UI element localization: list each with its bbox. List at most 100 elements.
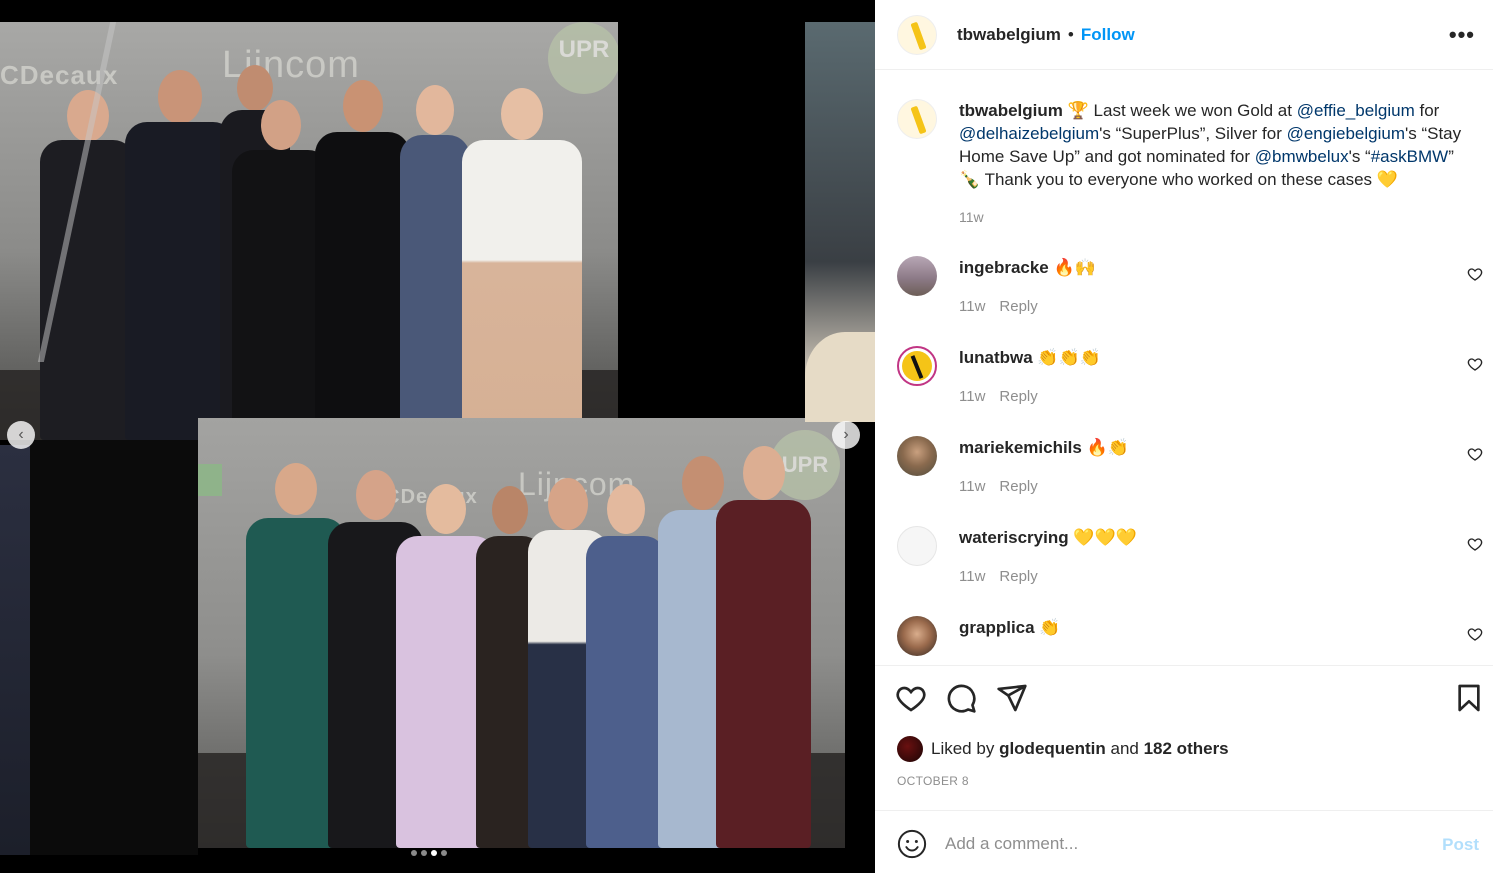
more-options-icon[interactable]: •••	[1449, 22, 1475, 48]
caption-fragment: 's “	[1348, 147, 1371, 166]
post-media: CDecaux Lijncom UPR JCDecaux UPR ‹ ›	[0, 0, 875, 873]
chevron-left-icon[interactable]: ‹	[7, 421, 35, 449]
comment-item: wateriscrying 💛💛💛 11w Reply	[897, 526, 1487, 606]
comment-username[interactable]: grapplica	[959, 618, 1035, 637]
avatar[interactable]	[897, 436, 937, 476]
post-button[interactable]: Post	[1442, 835, 1479, 855]
reply-button[interactable]: Reply	[999, 478, 1037, 495]
comment-username[interactable]: lunatbwa	[959, 348, 1033, 367]
chevron-right-icon[interactable]: ›	[832, 421, 860, 449]
heart-icon[interactable]	[1467, 266, 1483, 282]
emoji-smiley-icon[interactable]	[897, 829, 927, 859]
post-header: tbwabelgium • Follow •••	[875, 0, 1493, 70]
carousel-indicator	[411, 850, 447, 856]
comment-timestamp[interactable]: 11w	[959, 298, 985, 315]
likes-count-link[interactable]: 182 others	[1144, 739, 1229, 759]
comment-text: wateriscrying 💛💛💛	[959, 528, 1137, 548]
heart-icon[interactable]	[1467, 626, 1483, 642]
caption-fragment: Thank you to everyone who worked on thes…	[980, 170, 1377, 189]
share-paper-plane-icon[interactable]	[996, 682, 1028, 714]
comment-meta: 11w Reply	[959, 388, 1052, 405]
heart-icon[interactable]	[1467, 446, 1483, 462]
reply-button[interactable]: Reply	[999, 388, 1037, 405]
media-background	[30, 440, 198, 855]
avatar-image	[902, 351, 932, 381]
mention-link[interactable]: @engiebelgium	[1287, 124, 1405, 143]
post-side-panel: tbwabelgium • Follow ••• tbwabelgium 🏆 L…	[875, 0, 1493, 873]
comment-item: grapplica 👏	[897, 616, 1487, 665]
post-actions: Liked by glodequentin and 182 others OCT…	[875, 665, 1493, 810]
comment-bubble-icon[interactable]	[945, 682, 977, 714]
header-username[interactable]: tbwabelgium	[957, 25, 1061, 45]
heart-icon[interactable]	[1467, 536, 1483, 552]
comment-body: 👏👏👏	[1037, 348, 1101, 367]
heart-icon[interactable]	[1467, 356, 1483, 372]
person	[462, 88, 582, 440]
comment-timestamp[interactable]: 11w	[959, 478, 985, 495]
comment-item: lunatbwa 👏👏👏 11w Reply	[897, 346, 1487, 426]
person	[125, 70, 235, 440]
header-separator: •	[1067, 24, 1074, 44]
comment-body: 🔥👏	[1086, 438, 1129, 457]
caption-timestamp[interactable]: 11w	[959, 209, 984, 225]
likes-middle: and	[1105, 739, 1144, 758]
comment-body: 👏	[1039, 618, 1061, 637]
comment-username[interactable]: ingebracke	[959, 258, 1049, 277]
avatar[interactable]	[897, 99, 937, 139]
add-comment-bar: Post	[875, 810, 1493, 873]
comment-meta: 11w Reply	[959, 298, 1052, 315]
caption-fragment: ”	[1448, 147, 1454, 166]
comments-list[interactable]: tbwabelgium 🏆 Last week we won Gold at @…	[875, 71, 1493, 665]
mention-link[interactable]: @delhaizebelgium	[959, 124, 1099, 143]
comment-body: 💛💛💛	[1073, 528, 1137, 547]
like-heart-icon[interactable]	[895, 682, 927, 714]
likes-summary: Liked by glodequentin and 182 others	[897, 736, 1229, 762]
comment-username[interactable]: mariekemichils	[959, 438, 1082, 457]
comment-input[interactable]	[945, 831, 1425, 857]
caption-fragment: Last week we won Gold at	[1088, 101, 1297, 120]
reply-button[interactable]: Reply	[999, 568, 1037, 585]
bookmark-icon[interactable]	[1453, 682, 1485, 714]
caption-fragment: 's “SuperPlus”, Silver for	[1099, 124, 1287, 143]
avatar[interactable]	[897, 736, 923, 762]
green-logo-badge	[198, 464, 222, 496]
comment-text: mariekemichils 🔥👏	[959, 438, 1129, 458]
avatar[interactable]	[897, 526, 937, 566]
carousel-dot	[421, 850, 427, 856]
award-photo-bottom: JCDecaux Lijncom UPR	[198, 418, 845, 848]
comment-item: mariekemichils 🔥👏 11w Reply	[897, 436, 1487, 516]
person	[400, 85, 470, 440]
comment-timestamp[interactable]: 11w	[959, 388, 985, 405]
mention-link[interactable]: @bmwbelux	[1255, 147, 1349, 166]
comment-text: lunatbwa 👏👏👏	[959, 348, 1101, 368]
post-date[interactable]: OCTOBER 8	[897, 774, 969, 788]
mention-link[interactable]: @effie_belgium	[1297, 101, 1415, 120]
likes-prefix: Liked by	[931, 739, 995, 758]
comment-text: ingebracke 🔥🙌	[959, 258, 1096, 278]
follow-button[interactable]: Follow	[1081, 25, 1135, 45]
person	[586, 484, 666, 848]
comment-timestamp[interactable]: 11w	[959, 568, 985, 585]
sponsor-logo-3: UPR	[548, 22, 618, 94]
comment-meta: 11w Reply	[959, 478, 1052, 495]
comment-item: ingebracke 🔥🙌 11w Reply	[897, 256, 1487, 336]
heart-emoji: 💛	[1376, 170, 1398, 189]
avatar[interactable]	[897, 14, 937, 55]
trophy-emoji: 🏆	[1067, 101, 1089, 120]
carousel-dot	[411, 850, 417, 856]
caption-username[interactable]: tbwabelgium	[959, 101, 1063, 120]
caption-text: tbwabelgium 🏆 Last week we won Gold at @…	[959, 99, 1479, 191]
award-photo-top: CDecaux Lijncom UPR	[0, 22, 618, 440]
carousel-dot	[441, 850, 447, 856]
comment-username[interactable]: wateriscrying	[959, 528, 1069, 547]
person	[315, 80, 410, 440]
liked-by-username[interactable]: glodequentin	[999, 739, 1106, 759]
reply-button[interactable]: Reply	[999, 298, 1037, 315]
hashtag-link[interactable]: #askBMW	[1371, 147, 1448, 166]
avatar[interactable]	[897, 616, 937, 656]
avatar[interactable]	[897, 256, 937, 296]
avatar[interactable]	[897, 346, 937, 386]
comment-meta: 11w Reply	[959, 568, 1052, 585]
carousel-dot-active	[431, 850, 437, 856]
champagne-emoji: 🍾	[959, 170, 981, 189]
